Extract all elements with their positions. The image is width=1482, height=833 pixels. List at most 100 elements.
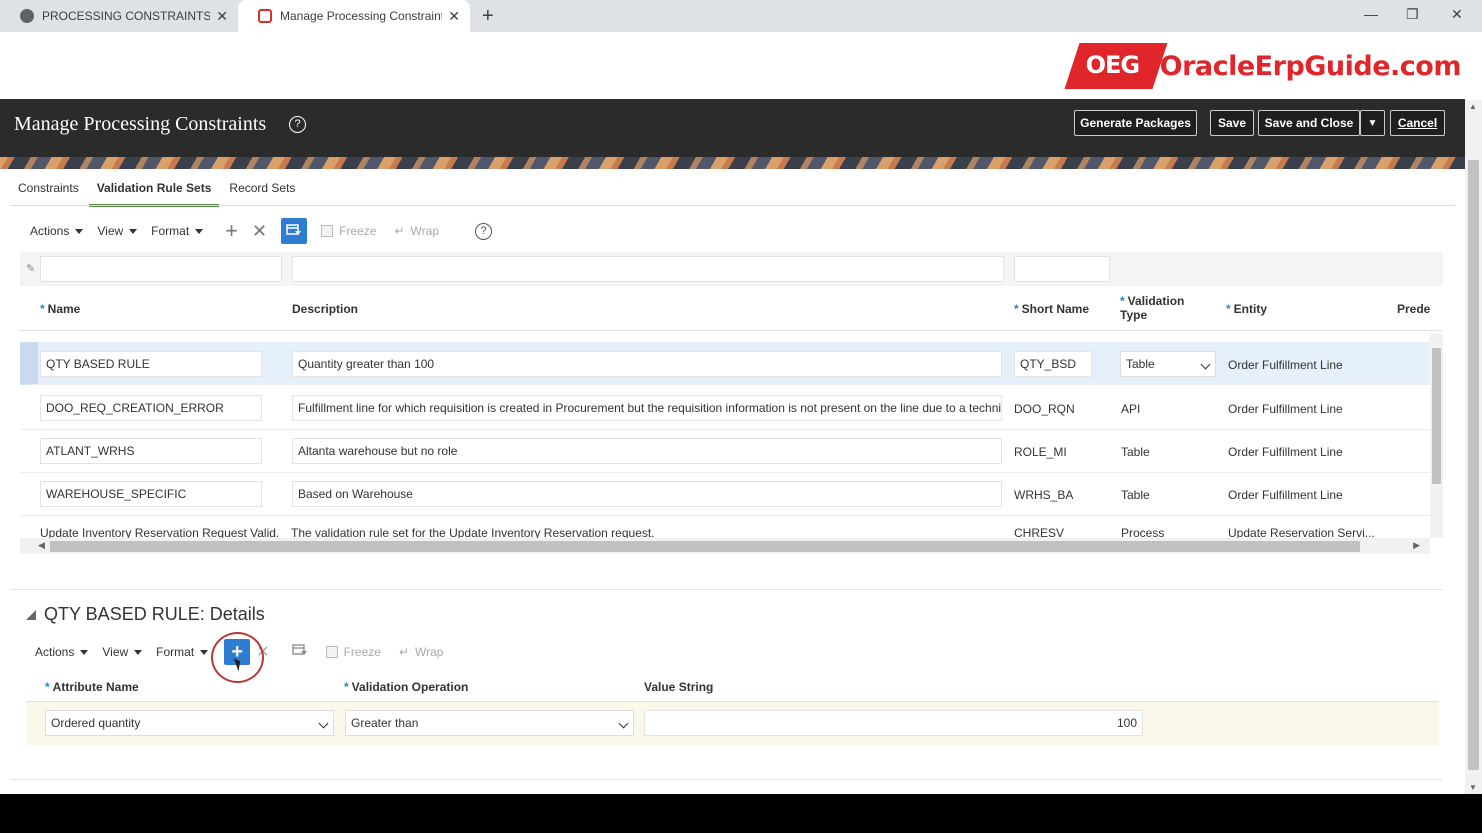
short-name-cell: WRHS_BA bbox=[1014, 488, 1074, 502]
save-options-dropdown-button[interactable]: ▼ bbox=[1360, 110, 1385, 136]
delete-row-icon[interactable]: ✕ bbox=[252, 221, 267, 242]
oracle-favicon-icon bbox=[258, 9, 272, 23]
browser-tab-pdf[interactable]: PROCESSING CONSTRAINTS.pdf ✕ bbox=[0, 0, 238, 32]
filter-description-input[interactable] bbox=[292, 256, 1004, 282]
details-section-header[interactable]: QTY BASED RULE: Details bbox=[26, 604, 265, 625]
details-view-menu[interactable]: View bbox=[102, 645, 143, 659]
help-icon[interactable]: ? bbox=[475, 222, 492, 240]
query-by-example-button[interactable] bbox=[281, 218, 308, 244]
column-header-validation-type[interactable]: * Validation Type bbox=[1120, 294, 1200, 322]
short-name-cell: ROLE_MI bbox=[1014, 445, 1067, 459]
name-input[interactable]: WAREHOUSE_SPECIFIC bbox=[40, 481, 262, 507]
view-menu[interactable]: View bbox=[97, 224, 138, 238]
validation-type-select[interactable]: Table bbox=[1120, 351, 1216, 377]
column-header-name[interactable]: * Name bbox=[40, 302, 80, 316]
filter-short-name-input[interactable] bbox=[1014, 256, 1110, 282]
filter-table-icon bbox=[286, 224, 302, 235]
validation-type-cell: Table bbox=[1121, 488, 1150, 502]
validation-operation-select[interactable]: Greater than bbox=[345, 710, 634, 736]
page-title: Manage Processing Constraints bbox=[14, 113, 267, 135]
entity-cell: Order Fulfillment Line bbox=[1228, 488, 1343, 502]
filter-row: ✎ bbox=[20, 252, 1443, 286]
close-tab-icon[interactable]: ✕ bbox=[216, 8, 228, 25]
save-button[interactable]: Save bbox=[1210, 110, 1254, 136]
caret-down-icon bbox=[200, 649, 209, 655]
site-logo: OEG OracleErpGuide.com bbox=[1064, 40, 1465, 92]
tab-record-sets[interactable]: Record Sets bbox=[229, 179, 295, 207]
scroll-left-icon[interactable]: ◀ bbox=[38, 540, 45, 551]
scroll-up-icon[interactable]: ▲ bbox=[1469, 102, 1477, 111]
table-row[interactable]: QTY BASED RULE Quantity greater than 100… bbox=[20, 342, 1430, 385]
wrap-button[interactable]: ↵ Wrap bbox=[394, 224, 439, 238]
browser-tab-active[interactable]: Manage Processing Constraints - ✕ bbox=[238, 0, 470, 32]
caret-down-icon bbox=[134, 649, 143, 655]
attribute-name-select[interactable]: Ordered quantity bbox=[45, 710, 334, 736]
new-tab-button[interactable]: + bbox=[482, 5, 494, 28]
logo-text: OracleErpGuide.com bbox=[1159, 50, 1462, 82]
name-input[interactable]: ATLANT_WRHS bbox=[40, 438, 262, 464]
add-row-icon[interactable]: + bbox=[225, 218, 238, 244]
table-row[interactable]: DOO_REQ_CREATION_ERROR Fulfillment line … bbox=[20, 387, 1430, 430]
validation-type-cell: API bbox=[1121, 402, 1141, 416]
cancel-button[interactable]: Cancel bbox=[1390, 110, 1445, 136]
name-input[interactable]: DOO_REQ_CREATION_ERROR bbox=[40, 395, 262, 421]
chevron-down-icon bbox=[618, 718, 629, 729]
freeze-icon bbox=[321, 225, 334, 237]
freeze-icon bbox=[325, 646, 338, 658]
maximize-window-button[interactable]: ❐ bbox=[1406, 6, 1419, 23]
oracle-page: OEG OracleErpGuide.com Manage Processing… bbox=[0, 32, 1465, 794]
caret-down-icon bbox=[195, 228, 204, 234]
browser-tab-title: Manage Processing Constraints - bbox=[280, 9, 443, 23]
short-name-input[interactable]: QTY_BSD bbox=[1014, 351, 1092, 377]
details-wrap-button[interactable]: ↵ Wrap bbox=[399, 645, 444, 659]
table-vertical-scrollbar[interactable] bbox=[1430, 334, 1443, 538]
table-row[interactable]: WAREHOUSE_SPECIFIC Based on Warehouse WR… bbox=[20, 473, 1430, 516]
tab-validation-rule-sets[interactable]: Validation Rule Sets bbox=[88, 179, 220, 207]
details-format-menu[interactable]: Format bbox=[156, 645, 209, 659]
details-actions-menu[interactable]: Actions bbox=[35, 645, 89, 659]
page-vertical-scrollbar[interactable]: ▲ ▼ bbox=[1465, 100, 1482, 794]
save-and-close-button[interactable]: Save and Close bbox=[1258, 110, 1360, 136]
actions-menu[interactable]: Actions bbox=[30, 224, 84, 238]
help-icon[interactable]: ? bbox=[289, 116, 306, 133]
table-row[interactable]: ATLANT_WRHS Altanta warehouse but no rol… bbox=[20, 430, 1430, 473]
validation-type-cell: Table bbox=[1121, 445, 1150, 459]
browser-tab-title: PROCESSING CONSTRAINTS.pdf bbox=[42, 9, 211, 23]
description-input[interactable]: Fulfillment line for which requisition i… bbox=[292, 395, 1002, 421]
close-window-button[interactable]: ✕ bbox=[1451, 6, 1463, 23]
generate-packages-button[interactable]: Generate Packages bbox=[1074, 110, 1197, 136]
description-input[interactable]: Based on Warehouse bbox=[292, 481, 1002, 507]
tab-constraints[interactable]: Constraints bbox=[18, 179, 79, 207]
close-tab-icon[interactable]: ✕ bbox=[448, 8, 460, 25]
entity-cell: Order Fulfillment Line bbox=[1228, 445, 1343, 459]
format-menu[interactable]: Format bbox=[151, 224, 204, 238]
page-gutter bbox=[1465, 32, 1482, 100]
column-header-value-string[interactable]: Value String bbox=[644, 680, 713, 694]
value-string-input[interactable]: 100 bbox=[644, 710, 1143, 736]
column-header-validation-operation[interactable]: * Validation Operation bbox=[344, 680, 468, 694]
scroll-right-icon[interactable]: ▶ bbox=[1413, 540, 1420, 551]
description-input[interactable]: Quantity greater than 100 bbox=[292, 351, 1002, 377]
pencil-icon: ✎ bbox=[26, 263, 36, 275]
column-header-attribute-name[interactable]: * Attribute Name bbox=[45, 680, 139, 694]
collapse-triangle-icon[interactable] bbox=[26, 609, 36, 620]
details-freeze-button[interactable]: Freeze bbox=[325, 645, 381, 659]
minimize-window-button[interactable]: — bbox=[1364, 6, 1378, 22]
details-table-header: * Attribute Name * Validation Operation Va… bbox=[26, 674, 1439, 702]
page-tabs: Constraints Validation Rule Sets Record … bbox=[18, 179, 313, 207]
description-input[interactable]: Altanta warehouse but no role bbox=[292, 438, 1002, 464]
table-horizontal-scrollbar[interactable]: ◀ ▶ bbox=[20, 538, 1430, 554]
scroll-down-icon[interactable]: ▼ bbox=[1469, 783, 1477, 792]
validation-rule-sets-table: ✎ * Name Description * Short Name * Validat… bbox=[20, 252, 1443, 554]
details-filter-table-icon[interactable] bbox=[291, 643, 308, 661]
filter-name-input[interactable] bbox=[40, 256, 282, 282]
column-header-description[interactable]: Description bbox=[292, 302, 358, 316]
caret-down-icon bbox=[129, 228, 138, 234]
column-header-short-name[interactable]: * Short Name bbox=[1014, 302, 1089, 316]
freeze-button[interactable]: Freeze bbox=[321, 224, 376, 238]
column-header-entity[interactable]: * Entity bbox=[1226, 302, 1267, 316]
section-divider bbox=[10, 589, 1443, 590]
details-table-row[interactable]: Ordered quantity Greater than 100 bbox=[26, 702, 1439, 745]
column-header-predecessor[interactable]: Prede bbox=[1397, 302, 1430, 316]
name-input[interactable]: QTY BASED RULE bbox=[40, 351, 262, 377]
